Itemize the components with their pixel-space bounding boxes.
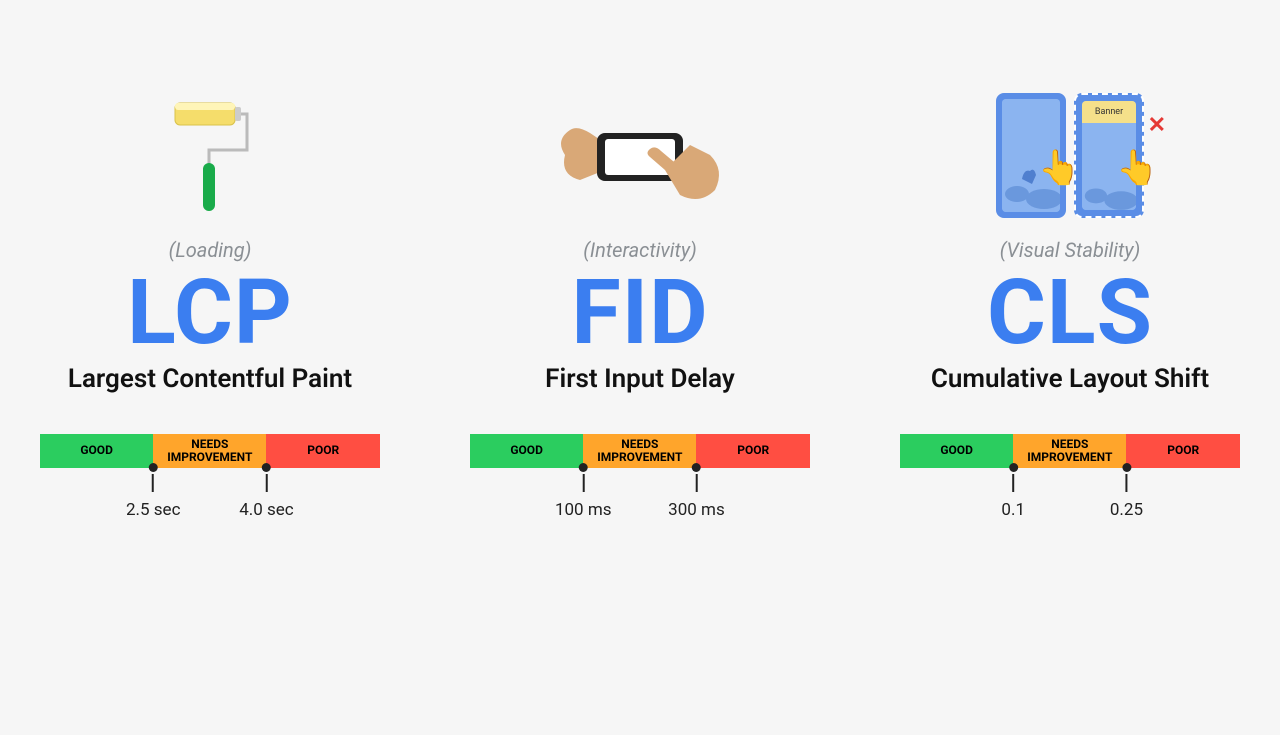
threshold-tick-1: 100 ms (555, 463, 612, 520)
segment-poor: POOR (1126, 434, 1240, 468)
x-mark-icon: ✕ (1148, 113, 1166, 138)
metric-fid: (Interactivity) FID First Input Delay GO… (460, 90, 820, 518)
metric-cls: Banner 👆 👆 ✕ (Visual Stability) CLS Cumu… (890, 90, 1250, 518)
pointing-hand-icon: 👆 (1038, 148, 1080, 188)
metric-fullname: Cumulative Layout Shift (931, 364, 1209, 394)
banner-label: Banner (1082, 101, 1136, 123)
threshold-label: 300 ms (668, 500, 725, 520)
metrics-row: (Loading) LCP Largest Contentful Paint G… (30, 90, 1250, 518)
threshold-label: 0.25 (1110, 500, 1143, 520)
threshold-bar: GOOD NEEDSIMPROVEMENT POOR 2.5 sec 4.0 s… (40, 434, 380, 518)
metric-category: (Visual Stability) (1000, 238, 1141, 262)
layout-shift-icon: Banner 👆 👆 ✕ (996, 90, 1144, 220)
metric-lcp: (Loading) LCP Largest Contentful Paint G… (30, 90, 390, 518)
metric-fullname: Largest Contentful Paint (68, 364, 352, 394)
segment-good: GOOD (900, 434, 1013, 468)
threshold-tick-1: 0.1 (1001, 463, 1025, 520)
threshold-label: 2.5 sec (126, 500, 181, 520)
metric-acronym: CLS (987, 268, 1153, 358)
threshold-label: 4.0 sec (239, 500, 294, 520)
threshold-tick-2: 4.0 sec (239, 463, 294, 520)
threshold-label: 0.1 (1001, 500, 1025, 520)
threshold-tick-2: 0.25 (1110, 463, 1143, 520)
metric-acronym: FID (571, 268, 708, 358)
threshold-tick-1: 2.5 sec (126, 463, 181, 520)
threshold-bar: GOOD NEEDSIMPROVEMENT POOR 100 ms 300 ms (470, 434, 810, 518)
metric-acronym: LCP (127, 268, 293, 358)
metric-category: (Interactivity) (583, 238, 697, 262)
threshold-label: 100 ms (555, 500, 612, 520)
paint-roller-icon (165, 90, 255, 220)
threshold-bar: GOOD NEEDSIMPROVEMENT POOR 0.1 0.25 (900, 434, 1240, 518)
threshold-tick-2: 300 ms (668, 463, 725, 520)
hands-phone-icon (545, 90, 735, 220)
pointing-hand-icon: 👆 (1116, 148, 1158, 188)
metric-category: (Loading) (169, 238, 252, 262)
metric-fullname: First Input Delay (545, 364, 735, 394)
